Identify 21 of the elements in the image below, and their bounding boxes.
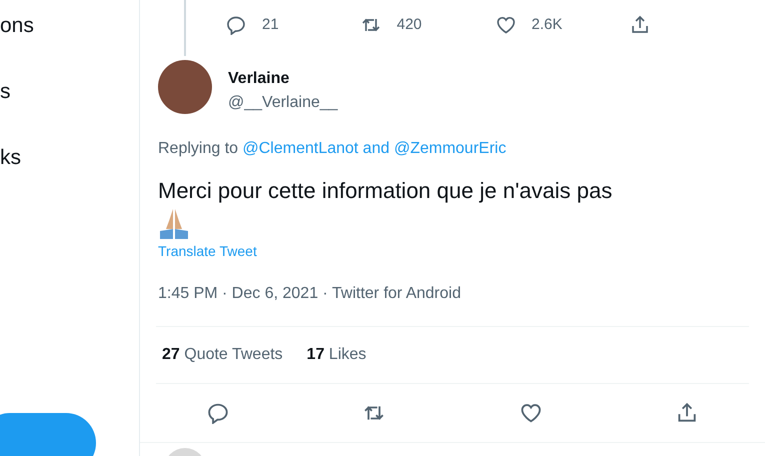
share-icon[interactable] xyxy=(630,15,650,35)
tweet-timestamp: 1:45 PM · Dec 6, 2021 · Twitter for Android xyxy=(158,284,462,304)
tweet-text: Merci pour cette information que je n'avais pas xyxy=(158,177,614,205)
stat-link[interactable]: 27 Quote Tweets xyxy=(162,343,283,367)
retweet-count: 420 xyxy=(396,14,422,35)
reply-icon[interactable] xyxy=(226,15,246,35)
display-name[interactable]: Verlaine xyxy=(228,67,338,91)
sidebar-item[interactable]: s xyxy=(0,66,139,132)
replying-to-text: Replying to @ClementLanot and @ZemmourEric xyxy=(158,139,508,159)
stat-link[interactable]: 17 Likes xyxy=(306,343,366,367)
like-count: 2.6K xyxy=(532,14,562,35)
user-handle[interactable]: @__Verlaine__ xyxy=(228,91,338,115)
praying-hands-icon xyxy=(158,207,190,239)
share-icon[interactable] xyxy=(676,402,698,424)
reply-icon[interactable] xyxy=(207,402,230,424)
sidebar-item[interactable]: ks xyxy=(0,132,139,198)
heart-icon[interactable] xyxy=(520,402,542,424)
avatar-placeholder[interactable] xyxy=(158,60,212,114)
reply-count: 21 xyxy=(262,14,279,35)
sidebar-item[interactable]: ons xyxy=(0,0,139,66)
heart-icon[interactable] xyxy=(496,15,516,35)
